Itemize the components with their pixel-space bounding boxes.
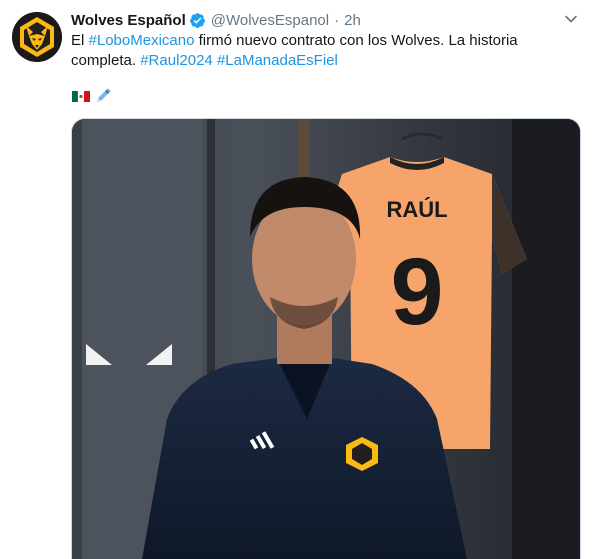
shirt-name: RAÚL bbox=[386, 197, 447, 222]
pen-icon bbox=[96, 88, 111, 103]
verified-badge-icon bbox=[189, 12, 205, 28]
hashtag-link[interactable]: #LaManadaEsFiel bbox=[217, 52, 338, 69]
hashtag-link[interactable]: #Raul2024 bbox=[140, 52, 213, 69]
avatar[interactable] bbox=[12, 12, 62, 62]
display-name[interactable]: Wolves Español bbox=[71, 12, 186, 29]
handle[interactable]: @WolvesEspanol bbox=[211, 12, 329, 29]
tweet[interactable]: Wolves Español @WolvesEspanol · 2h El #L… bbox=[0, 0, 597, 559]
wolves-crest-icon bbox=[12, 12, 62, 62]
shirt-number: 9 bbox=[391, 239, 444, 345]
timestamp[interactable]: 2h bbox=[344, 12, 361, 29]
separator-dot: · bbox=[334, 11, 340, 29]
tweet-header: Wolves Español @WolvesEspanol · 2h bbox=[71, 9, 557, 31]
tweet-text: El #LoboMexicano firmó nuevo contrato co… bbox=[71, 31, 541, 71]
hashtag-link[interactable]: #LoboMexicano bbox=[89, 32, 195, 49]
player-photo: RAÚL 9 bbox=[72, 119, 580, 559]
chevron-down-icon[interactable] bbox=[564, 12, 578, 26]
emoji-row bbox=[71, 86, 113, 106]
text-segment: El bbox=[71, 32, 89, 49]
tweet-media-image[interactable]: RAÚL 9 bbox=[71, 118, 581, 559]
mexico-flag-icon bbox=[72, 90, 90, 103]
